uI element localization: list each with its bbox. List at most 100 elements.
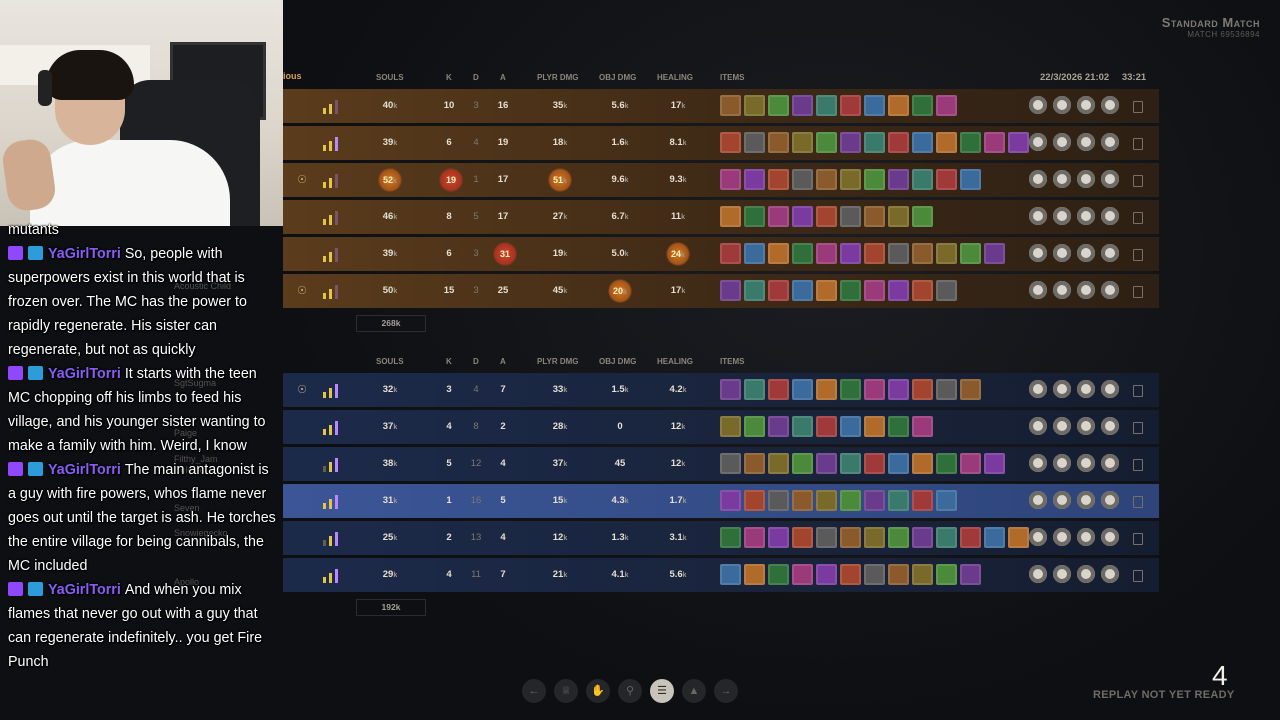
item-icon[interactable]	[744, 490, 765, 511]
player-row[interactable]: 39k 6 3 31 19k 5.0k 24k	[283, 237, 1159, 271]
ability-icon[interactable]	[1101, 528, 1119, 546]
item-icon[interactable]	[912, 169, 933, 190]
item-icon[interactable]	[744, 379, 765, 400]
item-icon[interactable]	[888, 169, 909, 190]
item-icon[interactable]	[720, 564, 741, 585]
item-icon[interactable]	[912, 527, 933, 548]
item-icon[interactable]	[888, 416, 909, 437]
player-row[interactable]: 46k 8 5 17 27k 6.7k 11k	[283, 200, 1159, 234]
item-icon[interactable]	[864, 416, 885, 437]
item-icon[interactable]	[744, 527, 765, 548]
item-icon[interactable]	[864, 453, 885, 474]
back-arrow-icon[interactable]: ←	[522, 679, 546, 703]
item-icon[interactable]	[984, 453, 1005, 474]
item-icon[interactable]	[936, 243, 957, 264]
item-icon[interactable]	[768, 527, 789, 548]
item-icon[interactable]	[960, 453, 981, 474]
item-icon[interactable]	[792, 169, 813, 190]
item-icon[interactable]	[984, 132, 1005, 153]
copy-build-icon[interactable]	[1133, 533, 1143, 545]
player-row[interactable]: 39k 6 4 19 18k 1.6k 8.1k	[283, 126, 1159, 160]
item-icon[interactable]	[816, 132, 837, 153]
item-icon[interactable]	[816, 453, 837, 474]
copy-build-icon[interactable]	[1133, 249, 1143, 261]
ability-icon[interactable]	[1053, 96, 1071, 114]
ability-icon[interactable]	[1077, 281, 1095, 299]
ability-icon[interactable]	[1077, 528, 1095, 546]
item-icon[interactable]	[912, 379, 933, 400]
item-icon[interactable]	[864, 206, 885, 227]
item-icon[interactable]	[1008, 527, 1029, 548]
item-icon[interactable]	[744, 564, 765, 585]
item-icon[interactable]	[744, 243, 765, 264]
player-row[interactable]: 37k 4 8 2 28k 0 12k	[283, 410, 1159, 444]
item-icon[interactable]	[984, 243, 1005, 264]
item-icon[interactable]	[768, 490, 789, 511]
map-pin-icon[interactable]: ⚲	[618, 679, 642, 703]
item-icon[interactable]	[936, 564, 957, 585]
ability-icon[interactable]	[1101, 491, 1119, 509]
item-icon[interactable]	[792, 379, 813, 400]
item-icon[interactable]	[960, 564, 981, 585]
ability-icon[interactable]	[1053, 380, 1071, 398]
ability-icon[interactable]	[1053, 417, 1071, 435]
item-icon[interactable]	[816, 416, 837, 437]
item-icon[interactable]	[792, 453, 813, 474]
item-icon[interactable]	[768, 379, 789, 400]
ability-icon[interactable]	[1053, 170, 1071, 188]
item-icon[interactable]	[792, 416, 813, 437]
ability-icon[interactable]	[1101, 96, 1119, 114]
item-icon[interactable]	[864, 132, 885, 153]
item-icon[interactable]	[960, 379, 981, 400]
player-row[interactable]: 25k 2 13 4 12k 1.3k 3.1k	[283, 521, 1159, 555]
item-icon[interactable]	[816, 280, 837, 301]
ability-icon[interactable]	[1029, 380, 1047, 398]
item-icon[interactable]	[792, 132, 813, 153]
item-icon[interactable]	[888, 453, 909, 474]
ability-icon[interactable]	[1101, 417, 1119, 435]
ability-icon[interactable]	[1101, 565, 1119, 583]
item-icon[interactable]	[864, 379, 885, 400]
item-icon[interactable]	[792, 95, 813, 116]
item-icon[interactable]	[840, 132, 861, 153]
item-icon[interactable]	[912, 132, 933, 153]
item-icon[interactable]	[768, 453, 789, 474]
copy-build-icon[interactable]	[1133, 101, 1143, 113]
forward-arrow-icon[interactable]: →	[714, 679, 738, 703]
item-icon[interactable]	[912, 206, 933, 227]
item-icon[interactable]	[864, 243, 885, 264]
chat-username[interactable]: YaGirlTorri	[48, 246, 125, 262]
player-row[interactable]: 40k 10 3 16 35k 5.6k 17k	[283, 89, 1159, 123]
player-row[interactable]: 31k 1 16 5 15k 4.3k 1.7k	[283, 484, 1159, 518]
hand-icon[interactable]: ✋	[586, 679, 610, 703]
chart-icon[interactable]: ▲	[682, 679, 706, 703]
ability-icon[interactable]	[1077, 565, 1095, 583]
item-icon[interactable]	[864, 527, 885, 548]
ability-icon[interactable]	[1053, 207, 1071, 225]
item-icon[interactable]	[720, 416, 741, 437]
item-icon[interactable]	[888, 243, 909, 264]
ability-icon[interactable]	[1101, 207, 1119, 225]
player-row[interactable]: 29k 4 11 7 21k 4.1k 5.6k	[283, 558, 1159, 592]
item-icon[interactable]	[960, 527, 981, 548]
item-icon[interactable]	[936, 453, 957, 474]
ability-icon[interactable]	[1077, 96, 1095, 114]
item-icon[interactable]	[720, 169, 741, 190]
item-icon[interactable]	[888, 132, 909, 153]
item-icon[interactable]	[792, 564, 813, 585]
ability-icon[interactable]	[1077, 207, 1095, 225]
item-icon[interactable]	[816, 206, 837, 227]
ability-icon[interactable]	[1029, 244, 1047, 262]
ability-icon[interactable]	[1029, 281, 1047, 299]
chat-username[interactable]: YaGirlTorri	[48, 366, 125, 382]
item-icon[interactable]	[888, 527, 909, 548]
item-icon[interactable]	[912, 280, 933, 301]
item-icon[interactable]	[768, 132, 789, 153]
item-icon[interactable]	[720, 95, 741, 116]
item-icon[interactable]	[912, 416, 933, 437]
item-icon[interactable]	[960, 243, 981, 264]
item-icon[interactable]	[744, 206, 765, 227]
chat-username[interactable]: YaGirlTorri	[48, 582, 125, 598]
item-icon[interactable]	[720, 379, 741, 400]
ability-icon[interactable]	[1101, 380, 1119, 398]
